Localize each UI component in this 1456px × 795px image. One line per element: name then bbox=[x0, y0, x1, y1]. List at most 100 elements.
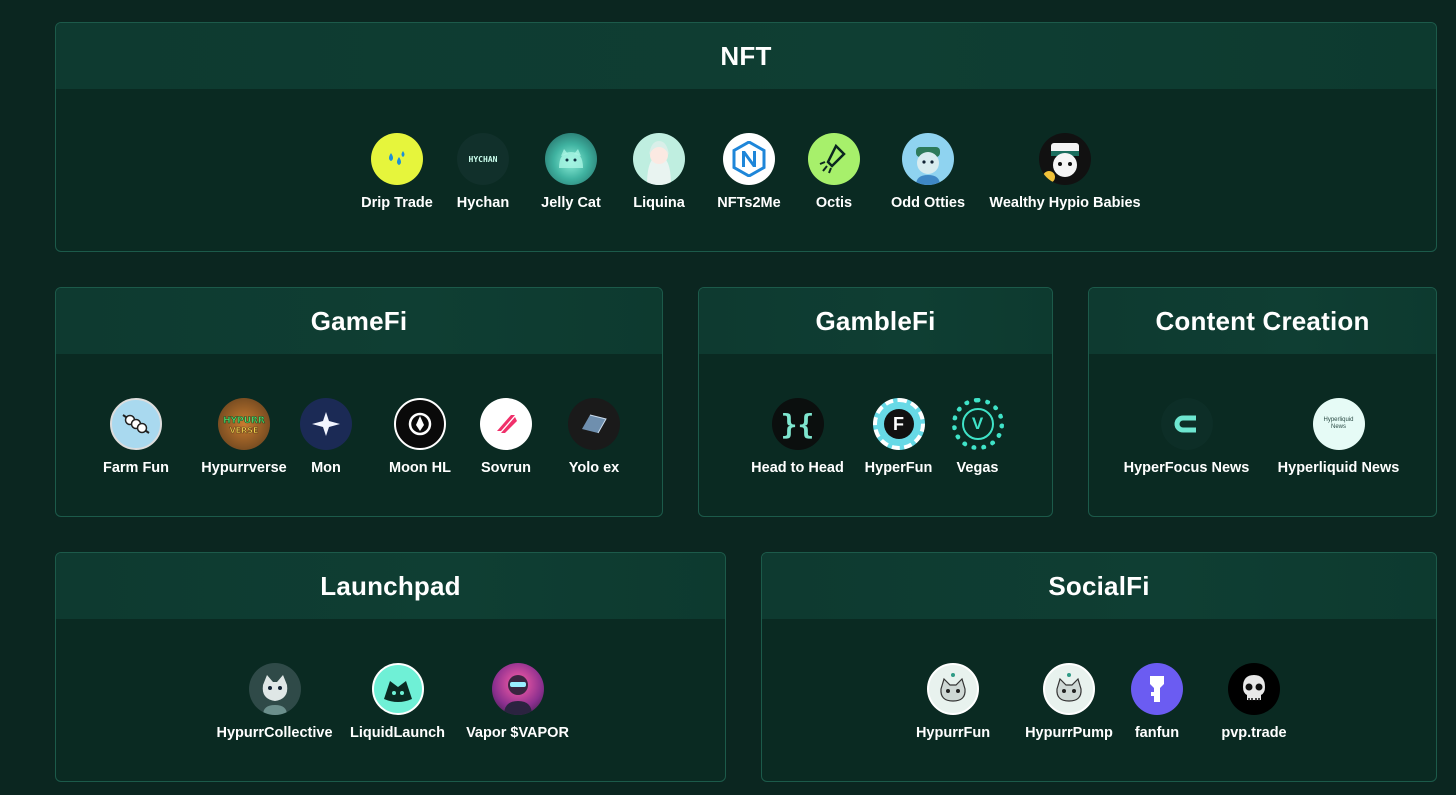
hyperliquid-news-icon: Hyperliquid News bbox=[1312, 398, 1365, 450]
item-label: Liquina bbox=[633, 195, 685, 211]
item-label: NFTs2Me bbox=[717, 195, 781, 211]
hyperliquid-news-logo-text: Hyperliquid News bbox=[1323, 416, 1354, 430]
item-label: Odd Otties bbox=[890, 195, 966, 211]
item-label: HypurrFun bbox=[915, 725, 991, 741]
item-vegas[interactable]: V Vegas bbox=[951, 398, 1004, 476]
section-title: GambleFi bbox=[815, 305, 936, 336]
item-octis[interactable]: Octis bbox=[798, 133, 870, 211]
item-label: Octis bbox=[815, 195, 853, 211]
gamblefi-section: GambleFi }{ Head to Head F HyperFun V Ve… bbox=[698, 287, 1053, 517]
svg-text:HYPURR: HYPURR bbox=[223, 416, 265, 426]
content-creation-header: Content Creation bbox=[1089, 288, 1436, 354]
item-hypurrfun[interactable]: HypurrFun bbox=[909, 663, 997, 741]
item-label: Hychan bbox=[456, 195, 510, 211]
socialfi-section: SocialFi HypurrFun HypurrPump fanfun pvp… bbox=[761, 552, 1437, 782]
moon-hl-icon bbox=[394, 398, 446, 450]
section-title: Content Creation bbox=[1155, 305, 1370, 336]
section-title: Launchpad bbox=[320, 570, 461, 601]
gamefi-items: Farm Fun HYPURR VERSE Hypurrverse Mon Moo… bbox=[56, 398, 662, 476]
item-label: HypurrCollective bbox=[216, 725, 333, 741]
hypurrverse-icon: HYPURR VERSE bbox=[218, 398, 270, 450]
item-label: Jelly Cat bbox=[541, 195, 601, 211]
content-creation-items: HyperFocus News Hyperliquid News Hyperli… bbox=[1089, 398, 1436, 476]
jelly-cat-icon bbox=[545, 133, 597, 185]
item-label: Vapor $VAPOR bbox=[466, 725, 569, 741]
hyperfun-logo-text: F bbox=[893, 413, 904, 434]
hypurrcollective-icon bbox=[248, 663, 301, 715]
socialfi-header: SocialFi bbox=[762, 553, 1436, 619]
item-head-to-head[interactable]: }{ Head to Head bbox=[748, 398, 848, 476]
item-label: HyperFun bbox=[864, 460, 933, 476]
drip-trade-icon bbox=[371, 133, 423, 185]
mon-icon bbox=[300, 398, 352, 450]
item-label: LiquidLaunch bbox=[349, 725, 446, 741]
launchpad-section: Launchpad HypurrCollective LiquidLaunch … bbox=[55, 552, 726, 782]
item-hyperfun[interactable]: F HyperFun bbox=[860, 398, 938, 476]
launchpad-header: Launchpad bbox=[56, 553, 725, 619]
head-to-head-icon: }{ bbox=[771, 398, 824, 450]
item-hyperfocus-news[interactable]: HyperFocus News bbox=[1122, 398, 1252, 476]
item-label: Vegas bbox=[956, 460, 999, 476]
item-label: Hyperliquid News bbox=[1277, 460, 1400, 476]
item-liquidlaunch[interactable]: LiquidLaunch bbox=[348, 663, 448, 741]
item-label: Yolo ex bbox=[568, 460, 620, 476]
item-label: pvp.trade bbox=[1221, 725, 1287, 741]
nft-header: NFT bbox=[56, 23, 1436, 89]
pvp-trade-icon bbox=[1228, 663, 1280, 715]
octis-icon bbox=[808, 133, 860, 185]
svg-text:VERSE: VERSE bbox=[229, 426, 258, 435]
item-moon-hl[interactable]: Moon HL bbox=[388, 398, 452, 476]
item-nfts2me[interactable]: NFTs2Me bbox=[708, 133, 790, 211]
nfts2me-icon bbox=[723, 133, 775, 185]
liquidlaunch-icon bbox=[371, 663, 424, 715]
item-pvp-trade[interactable]: pvp.trade bbox=[1219, 663, 1289, 741]
yolo-ex-icon bbox=[568, 398, 620, 450]
liquina-icon bbox=[633, 133, 685, 185]
item-hypurrpump[interactable]: HypurrPump bbox=[1021, 663, 1117, 741]
item-label: HypurrPump bbox=[1025, 725, 1113, 741]
item-farm-fun[interactable]: Farm Fun bbox=[94, 398, 178, 476]
item-hypurrverse[interactable]: HYPURR VERSE Hypurrverse bbox=[198, 398, 290, 476]
item-wealthy-hypio-babies[interactable]: Wealthy Hypio Babies bbox=[989, 133, 1141, 211]
fanfun-icon bbox=[1131, 663, 1183, 715]
item-label: Sovrun bbox=[481, 460, 531, 476]
item-label: Moon HL bbox=[388, 460, 451, 476]
hyperfocus-news-icon bbox=[1160, 398, 1213, 450]
item-drip-trade[interactable]: Drip Trade bbox=[352, 133, 442, 211]
item-fanfun[interactable]: fanfun bbox=[1127, 663, 1187, 741]
gamefi-section: GameFi Farm Fun HYPURR VERSE Hypurrverse … bbox=[55, 287, 663, 517]
gamblefi-items: }{ Head to Head F HyperFun V Vegas bbox=[699, 398, 1052, 476]
gamefi-header: GameFi bbox=[56, 288, 662, 354]
item-label: Head to Head bbox=[751, 460, 844, 476]
item-hyperliquid-news[interactable]: Hyperliquid News Hyperliquid News bbox=[1274, 398, 1404, 476]
farm-fun-icon bbox=[110, 398, 162, 450]
nft-section: NFT Drip Trade HYCHAN Hychan Jelly Cat L… bbox=[55, 22, 1437, 252]
wealthy-hypio-babies-icon bbox=[1039, 133, 1091, 185]
item-jelly-cat[interactable]: Jelly Cat bbox=[532, 133, 610, 211]
hyperfun-icon: F bbox=[872, 398, 925, 450]
item-liquina[interactable]: Liquina bbox=[620, 133, 698, 211]
item-label: Hypurrverse bbox=[201, 460, 287, 476]
item-yolo-ex[interactable]: Yolo ex bbox=[564, 398, 624, 476]
nft-items: Drip Trade HYCHAN Hychan Jelly Cat Liqui… bbox=[56, 133, 1436, 211]
item-label: Mon bbox=[311, 460, 341, 476]
item-hypurrcollective[interactable]: HypurrCollective bbox=[212, 663, 338, 741]
socialfi-items: HypurrFun HypurrPump fanfun pvp.trade bbox=[762, 663, 1436, 741]
hychan-icon: HYCHAN bbox=[457, 133, 509, 185]
content-creation-section: Content Creation HyperFocus News Hyperli… bbox=[1088, 287, 1437, 517]
item-sovrun[interactable]: Sovrun bbox=[478, 398, 534, 476]
vegas-icon: V bbox=[951, 398, 1004, 450]
section-title: GameFi bbox=[310, 305, 408, 336]
item-label: fanfun bbox=[1134, 725, 1180, 741]
launchpad-items: HypurrCollective LiquidLaunch Vapor $VAP… bbox=[56, 663, 725, 741]
item-vapor[interactable]: Vapor $VAPOR bbox=[466, 663, 570, 741]
section-title: NFT bbox=[720, 40, 772, 71]
item-mon[interactable]: Mon bbox=[300, 398, 352, 476]
vegas-logo-text: V bbox=[971, 414, 984, 433]
gamblefi-header: GambleFi bbox=[699, 288, 1052, 354]
item-label: Farm Fun bbox=[102, 460, 170, 476]
item-hychan[interactable]: HYCHAN Hychan bbox=[444, 133, 522, 211]
hypurrpump-icon bbox=[1043, 663, 1095, 715]
item-odd-otties[interactable]: Odd Otties bbox=[886, 133, 970, 211]
vapor-icon bbox=[491, 663, 544, 715]
